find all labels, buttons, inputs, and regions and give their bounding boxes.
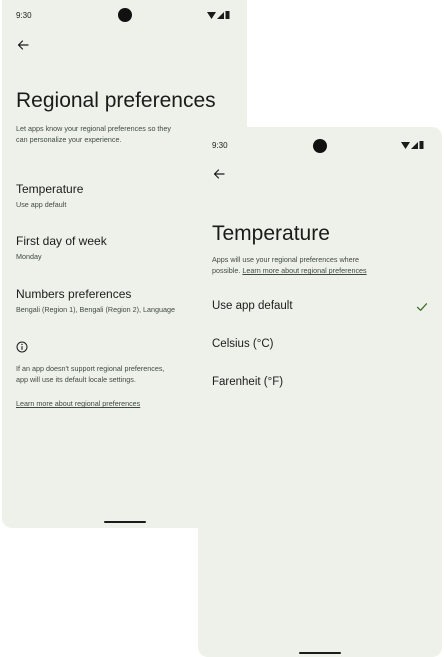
info-icon [16,341,28,353]
battery-icon [419,141,424,149]
page-description-line1: Let apps know your regional preferences … [16,124,172,133]
page-title: Regional preferences [16,89,216,112]
list-item-subtitle: Use app default [16,200,67,209]
page-description-line2: possible. Learn more about regional pref… [212,266,432,276]
description-prefix: possible. [212,266,243,275]
cellular-signal-icon [217,11,224,19]
camera-cutout [118,8,132,22]
status-icons [207,11,230,19]
status-bar: 9:30 [198,127,442,157]
info-text-line1: If an app doesn't support regional prefe… [16,364,165,373]
page-description-line2: can personalize your experience. [16,135,122,144]
back-arrow-icon[interactable] [212,167,226,181]
option-label: Farenheit (°F) [212,376,284,388]
list-item-subtitle: Bengali (Region 1), Bengali (Region 2), … [16,305,176,314]
wifi-icon [207,11,216,19]
list-item-title: Temperature [16,182,84,196]
status-time: 9:30 [16,11,32,20]
page-title: Temperature [212,222,330,245]
navigation-handle[interactable] [104,521,146,523]
learn-more-link[interactable]: Learn more about regional preferences [242,266,366,275]
cellular-signal-icon [411,141,418,149]
status-bar: 9:30 [2,0,247,30]
page-description-line1: Apps will use your regional preferences … [212,255,360,264]
list-item-subtitle: Monday [16,252,42,261]
status-icons [401,141,424,149]
option-label: Use app default [212,300,293,312]
wifi-icon [401,141,410,149]
checkmark-icon [416,303,428,311]
learn-more-link[interactable]: Learn more about regional preferences [16,399,204,409]
back-arrow-icon[interactable] [16,38,30,52]
option-label: Celsius (°C) [212,338,274,350]
list-item-title: Numbers preferences [16,287,132,301]
temperature-screen: 9:30 Temperature Apps will use your regi… [198,127,442,657]
list-item-title: First day of week [16,234,107,248]
navigation-handle[interactable] [299,652,341,654]
info-text-line2: app will use its default locale settings… [16,375,136,384]
camera-cutout [313,139,327,153]
status-time: 9:30 [212,141,228,150]
battery-icon [225,11,230,19]
